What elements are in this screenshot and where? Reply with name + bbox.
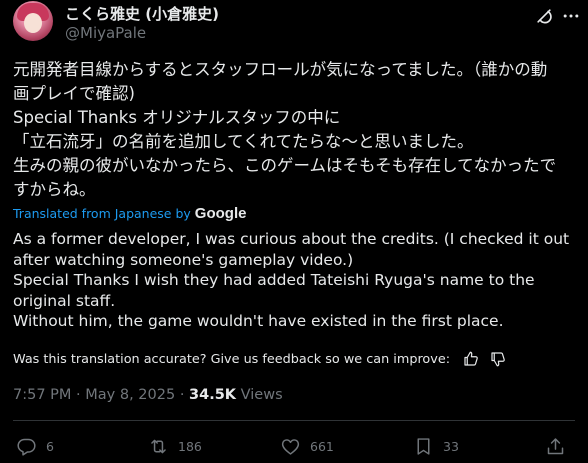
avatar[interactable]: [13, 1, 53, 41]
tweet-date[interactable]: May 8, 2025: [85, 387, 175, 403]
reply-count: 6: [46, 438, 54, 454]
meta-separator: ·: [76, 387, 86, 403]
translation-line: original staff.: [13, 291, 116, 310]
bookmark-count: 33: [443, 438, 459, 454]
reply-icon: [17, 438, 36, 456]
like-icon: [281, 438, 300, 455]
tweet-text-translation: As a former developer, I was curious abo…: [13, 229, 579, 332]
tweet-header: こくら雅史 (小倉雅史) @MiyaPale: [13, 0, 579, 48]
translation-line: Without him, the game wouldn't have exis…: [13, 312, 504, 330]
tweet-meta: 7:57 PM · May 8, 2025 · 34.5K Views: [13, 387, 283, 403]
author-handle[interactable]: @MiyaPale: [65, 24, 146, 42]
grok-icon[interactable]: [534, 6, 554, 26]
translation-line: As a former developer, I was curious abo…: [13, 230, 570, 248]
google-logo: Google: [194, 204, 247, 222]
tweet-time[interactable]: 7:57 PM: [13, 387, 71, 403]
bookmark-button[interactable]: 33: [413, 435, 459, 457]
action-bar: 6 186 661 33: [0, 432, 588, 462]
original-line: Special Thanks オリジナルスタッフの中に: [13, 108, 341, 127]
avatar-face: [24, 13, 42, 33]
share-button[interactable]: [545, 435, 566, 457]
author-display-name[interactable]: こくら雅史 (小倉雅史): [65, 3, 219, 24]
original-line: 生みの親の彼がいなかったら、このゲームはそもそも存在してなかったで: [13, 156, 557, 175]
divider: [13, 420, 575, 421]
repost-count: 186: [178, 438, 202, 454]
original-line: 「立石流牙」の名前を追加してくれてたらな〜と思いました。: [13, 132, 474, 151]
share-icon: [547, 437, 564, 454]
translation-line: after watching someone's gameplay video.…: [13, 250, 354, 269]
repost-button[interactable]: 186: [148, 435, 202, 457]
bookmark-icon: [417, 437, 430, 455]
reply-button[interactable]: 6: [16, 435, 54, 457]
original-line: 画プレイで確認): [13, 84, 135, 103]
views-count: 34.5K: [189, 387, 237, 403]
tweet-text-original: 元開発者目線からするとスタッフロールが気になってました。（誰かの動 画プレイで確…: [13, 58, 579, 202]
original-line: すからね。: [13, 180, 96, 199]
translated-from: Translated from Japanese by Google: [13, 204, 246, 222]
like-button[interactable]: 661: [280, 435, 334, 457]
thumbs-down-icon[interactable]: [489, 350, 507, 368]
translation-line: Special Thanks I wish they had added Tat…: [13, 271, 535, 289]
feedback-text: Was this translation accurate? Give us f…: [13, 351, 451, 367]
more-icon[interactable]: [561, 6, 581, 26]
meta-separator: ·: [179, 387, 190, 403]
translation-feedback: Was this translation accurate? Give us f…: [13, 350, 507, 368]
repost-icon: [151, 439, 166, 453]
translated-label[interactable]: Translated from Japanese by: [13, 206, 191, 221]
thumbs-up-icon[interactable]: [462, 350, 480, 368]
views-label: Views: [240, 387, 283, 403]
like-count: 661: [310, 438, 334, 454]
original-line: 元開発者目線からするとスタッフロールが気になってました。（誰かの動: [13, 60, 548, 79]
